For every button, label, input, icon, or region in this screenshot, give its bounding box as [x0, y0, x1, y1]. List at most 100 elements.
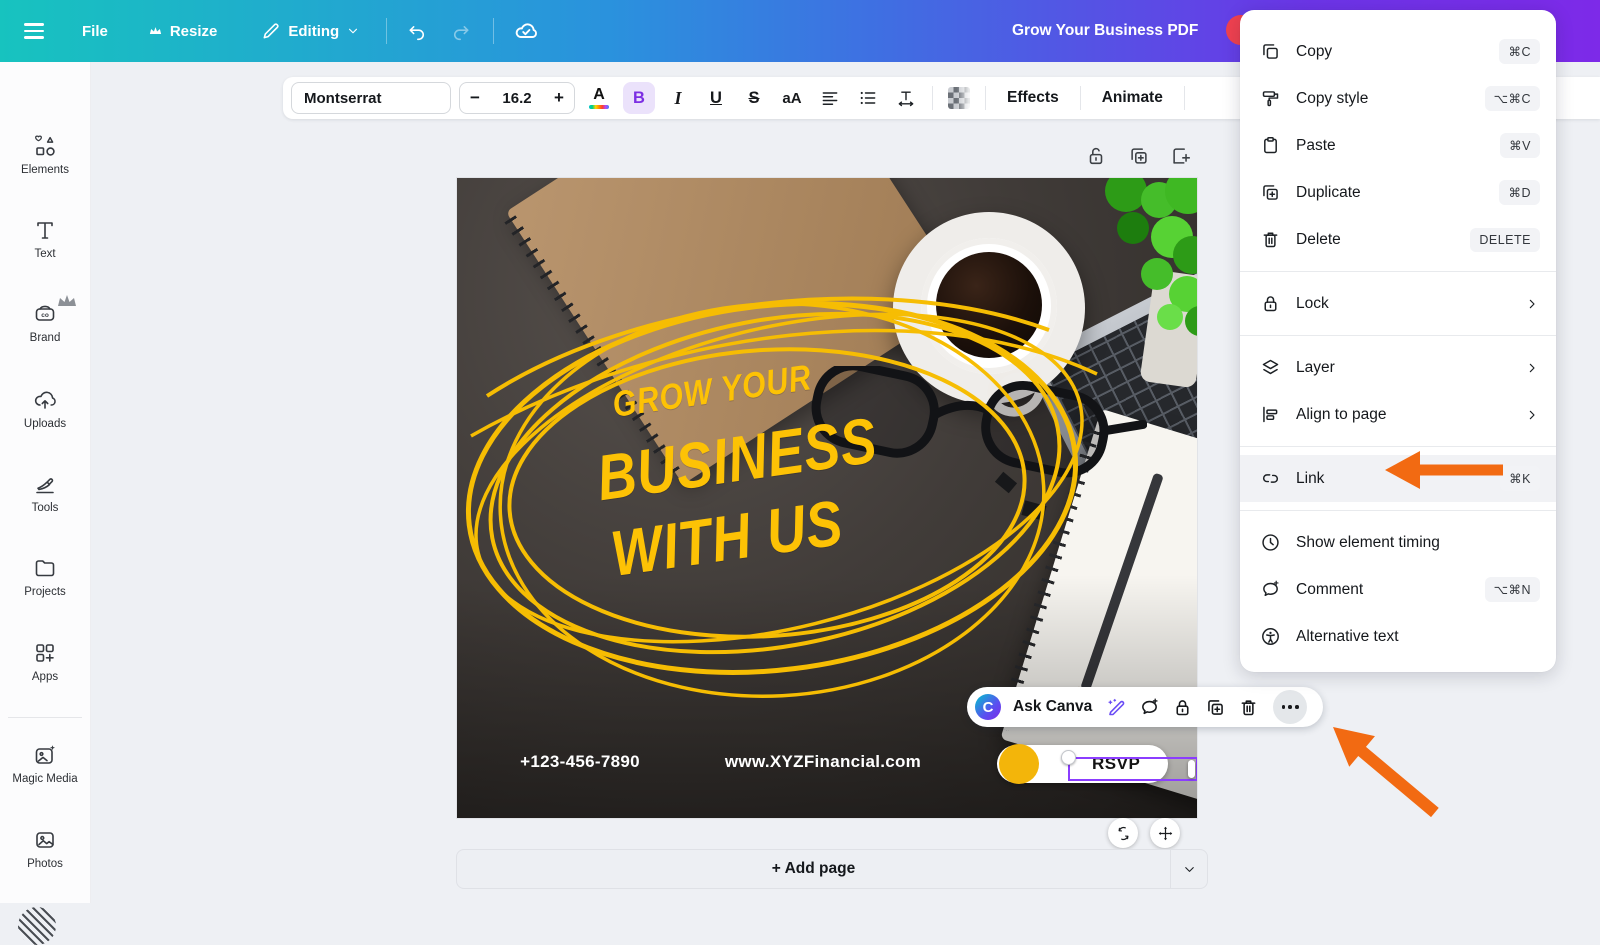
move-page-button[interactable]	[1150, 818, 1180, 848]
magic-edit-icon[interactable]	[1106, 697, 1127, 718]
rotate-icon	[1115, 825, 1132, 842]
align-icon	[1260, 404, 1281, 425]
shortcut-badge: ⌘K	[1500, 466, 1540, 491]
sidebar-item-app-icon[interactable]	[18, 907, 56, 945]
text-case-button[interactable]: aA	[777, 82, 807, 114]
text-icon	[33, 218, 57, 242]
sidebar-divider	[8, 717, 82, 718]
menu-item-paste[interactable]: Paste ⌘V	[1240, 122, 1556, 169]
save-status-button[interactable]	[514, 19, 538, 43]
decrease-font-size-button[interactable]: −	[460, 88, 490, 108]
chevron-right-icon	[1524, 407, 1540, 423]
divider	[985, 86, 986, 110]
rotate-page-button[interactable]	[1108, 818, 1138, 848]
menu-item-delete[interactable]: Delete DELETE	[1240, 216, 1556, 263]
shortcut-badge: ⌥⌘C	[1485, 86, 1540, 111]
editing-mode-dropdown[interactable]: Editing	[261, 21, 360, 41]
undo-icon	[407, 21, 427, 41]
shortcut-badge: DELETE	[1470, 228, 1540, 252]
strikethrough-button[interactable]: S	[739, 82, 769, 114]
sidebar-item-brand[interactable]: co Brand	[0, 302, 90, 360]
menu-divider	[1240, 271, 1556, 272]
duplicate-icon	[1260, 182, 1281, 203]
shortcut-badge: ⌘D	[1499, 180, 1540, 205]
clock-icon	[1260, 532, 1281, 553]
menu-item-layer[interactable]: Layer	[1240, 344, 1556, 391]
menu-item-align-to-page[interactable]: Align to page	[1240, 391, 1556, 438]
increase-font-size-button[interactable]: +	[544, 88, 574, 108]
collapse-pages-button[interactable]	[1171, 850, 1207, 888]
magic-media-icon	[33, 743, 57, 767]
chevron-right-icon	[1524, 360, 1540, 376]
add-page-button[interactable]: + Add page	[457, 850, 1170, 888]
selection-side-handle[interactable]	[1188, 760, 1195, 778]
document-title[interactable]: Grow Your Business PDF	[1012, 22, 1198, 40]
rainbow-color-bar	[589, 105, 609, 109]
photos-icon	[33, 828, 57, 852]
phone-text[interactable]: +123-456-7890	[480, 752, 680, 772]
underline-button[interactable]: U	[701, 82, 731, 114]
accessibility-icon	[1260, 626, 1281, 647]
trash-icon[interactable]	[1238, 697, 1259, 718]
effects-button[interactable]: Effects	[997, 89, 1069, 107]
sidebar-item-tools[interactable]: Tools	[0, 472, 90, 530]
menu-item-duplicate[interactable]: Duplicate ⌘D	[1240, 169, 1556, 216]
sidebar-item-apps[interactable]: Apps	[0, 641, 90, 699]
menu-item-alternative-text[interactable]: Alternative text	[1240, 613, 1556, 660]
font-family-selector[interactable]: Montserrat	[291, 82, 451, 114]
chevron-down-icon	[346, 24, 360, 38]
duplicate-icon[interactable]	[1205, 697, 1226, 718]
sidebar-item-magic-media[interactable]: Magic Media	[0, 743, 90, 801]
menu-item-copy-style[interactable]: Copy style ⌥⌘C	[1240, 75, 1556, 122]
transparency-button[interactable]	[944, 82, 974, 114]
chevron-down-icon	[1182, 862, 1197, 877]
more-options-button[interactable]	[1273, 690, 1307, 724]
redo-button[interactable]	[451, 21, 471, 41]
sidebar-item-elements[interactable]: Elements	[0, 134, 90, 192]
menu-item-show-element-timing[interactable]: Show element timing	[1240, 519, 1556, 566]
bulleted-list-button[interactable]	[853, 82, 883, 114]
menu-item-lock[interactable]: Lock	[1240, 280, 1556, 327]
menu-divider	[1240, 510, 1556, 511]
selection-handle[interactable]	[1061, 750, 1076, 765]
shortcut-badge: ⌘V	[1500, 133, 1540, 158]
paint-roller-icon	[1260, 88, 1281, 109]
transparency-icon	[948, 87, 970, 109]
main-menu-icon[interactable]	[24, 23, 44, 38]
menu-item-comment[interactable]: Comment ⌥⌘N	[1240, 566, 1556, 613]
unlock-icon	[1085, 145, 1107, 167]
canva-assistant-icon: C	[975, 694, 1001, 720]
text-color-button[interactable]: A	[583, 87, 615, 109]
menu-item-copy[interactable]: Copy ⌘C	[1240, 28, 1556, 75]
folder-icon	[33, 556, 57, 580]
website-text[interactable]: www.XYZFinancial.com	[703, 752, 943, 772]
ask-canva-button[interactable]: Ask Canva	[1013, 698, 1092, 716]
duplicate-page-button[interactable]	[1128, 145, 1150, 167]
brand-icon: co	[33, 302, 57, 326]
link-icon	[1260, 468, 1281, 489]
add-page-above-button[interactable]	[1170, 145, 1192, 167]
file-menu[interactable]: File	[82, 23, 108, 40]
bold-button[interactable]: B	[623, 82, 655, 114]
add-page-icon	[1170, 145, 1192, 167]
lock-page-button[interactable]	[1085, 145, 1107, 167]
text-align-button[interactable]	[815, 82, 845, 114]
sidebar-item-photos[interactable]: Photos	[0, 828, 90, 886]
duplicate-page-icon	[1128, 145, 1150, 167]
lock-icon[interactable]	[1172, 697, 1193, 718]
align-left-icon	[820, 88, 840, 108]
menu-item-link[interactable]: Link ⌘K	[1240, 455, 1556, 502]
italic-button[interactable]: I	[663, 82, 693, 114]
sidebar-item-uploads[interactable]: Uploads	[0, 388, 90, 446]
comment-icon	[1260, 579, 1281, 600]
letter-spacing-button[interactable]	[891, 82, 921, 114]
undo-button[interactable]	[407, 21, 427, 41]
comment-icon[interactable]	[1139, 697, 1160, 718]
animate-button[interactable]: Animate	[1092, 89, 1173, 107]
sidebar-item-text[interactable]: Text	[0, 218, 90, 276]
move-icon	[1157, 825, 1174, 842]
shortcut-badge: ⌘C	[1499, 39, 1540, 64]
sidebar-item-projects[interactable]: Projects	[0, 556, 90, 614]
resize-button[interactable]: Resize	[148, 23, 218, 40]
font-size-value[interactable]: 16.2	[502, 90, 531, 107]
